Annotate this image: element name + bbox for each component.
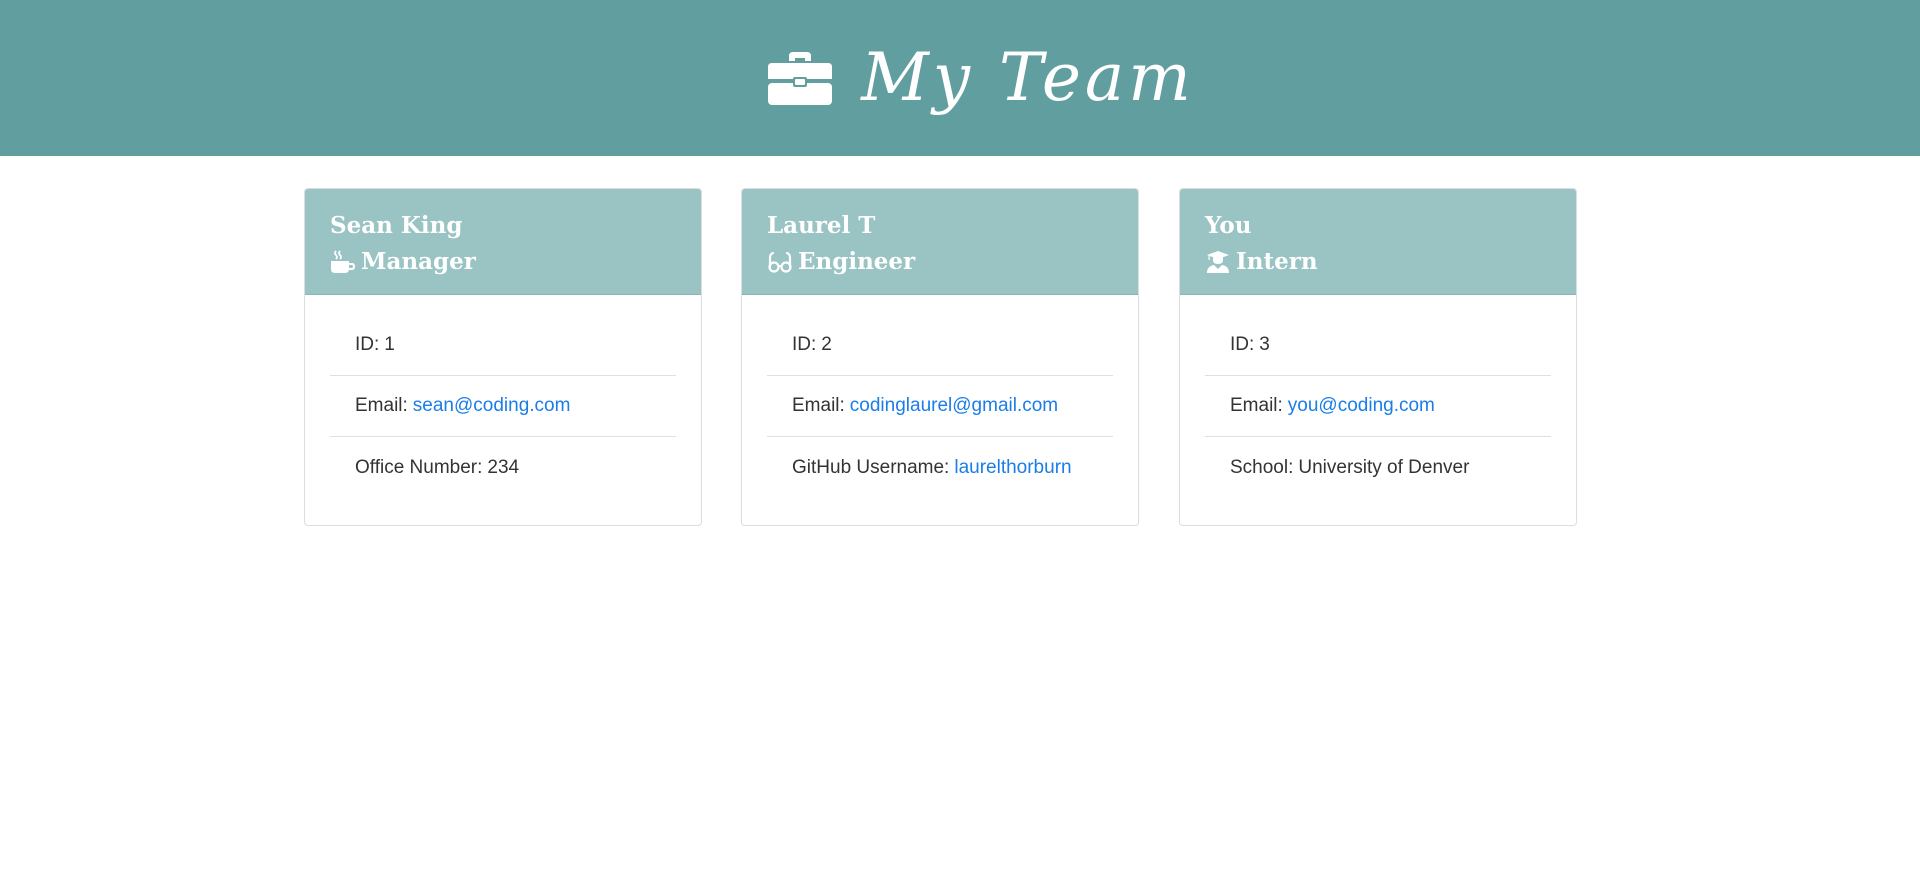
coffee-mug-icon [331,250,355,273]
id-label: ID: [792,334,817,355]
role-label: Manager [361,248,476,275]
id-value: 3 [1259,334,1270,355]
github-link[interactable]: laurelthorburn [954,457,1071,479]
id-value: 1 [384,334,395,355]
school-label: School: [1230,456,1294,478]
briefcase-icon [768,52,833,105]
employee-role: Engineer [767,244,1113,280]
list-item-email: Email: you@coding.com [1205,376,1551,437]
list-item-id: ID: 3 [1205,315,1551,376]
employee-card-engineer: Laurel T Engineer ID: 2 Email: codinglau… [741,188,1139,526]
list-item-school: School: University of Denver [1205,437,1551,498]
id-label: ID: [1230,334,1255,355]
list-item-id: ID: 2 [767,315,1113,376]
employee-name: You [1205,212,1252,239]
list-item-office: Office Number: 234 [330,437,676,498]
list-item-github: GitHub Username: laurelthorburn [767,437,1113,498]
card-body: ID: 1 Email: sean@coding.com Office Numb… [305,295,701,498]
header-content: My Team [767,45,1195,111]
page-title: My Team [861,39,1195,116]
role-label: Engineer [798,248,916,275]
employee-name: Sean King [330,212,463,239]
card-body: ID: 3 Email: you@coding.com School: Univ… [1180,295,1576,498]
employee-role: Intern [1205,244,1551,280]
card-header: Laurel T Engineer [742,189,1138,295]
page-header: My Team [0,0,1920,156]
employee-name: Laurel T [767,212,876,239]
email-label: Email: [792,395,845,416]
graduate-icon [1207,251,1229,273]
id-value: 2 [821,334,832,355]
school-value: University of Denver [1298,456,1470,478]
list-item-email: Email: sean@coding.com [330,376,676,437]
glasses-icon [768,251,792,273]
card-header: Sean King Manager [305,189,701,295]
role-label: Intern [1236,248,1318,275]
office-value: 234 [487,456,520,478]
office-label: Office Number: [355,456,483,478]
id-label: ID: [355,334,380,355]
employee-card-manager: Sean King Manager ID: 1 Email: sean@codi… [304,188,702,526]
email-link[interactable]: you@coding.com [1288,395,1435,417]
card-body: ID: 2 Email: codinglaurel@gmail.com GitH… [742,295,1138,498]
employee-card-intern: You Intern ID: 3 Email: you@coding.com S… [1179,188,1577,526]
card-header: You Intern [1180,189,1576,295]
list-item-id: ID: 1 [330,315,676,376]
github-label: GitHub Username: [792,456,950,478]
list-item-email: Email: codinglaurel@gmail.com [767,376,1113,437]
email-label: Email: [355,395,408,416]
email-link[interactable]: sean@coding.com [413,395,571,417]
email-label: Email: [1230,395,1283,416]
employee-role: Manager [330,244,676,280]
email-link[interactable]: codinglaurel@gmail.com [850,395,1058,417]
